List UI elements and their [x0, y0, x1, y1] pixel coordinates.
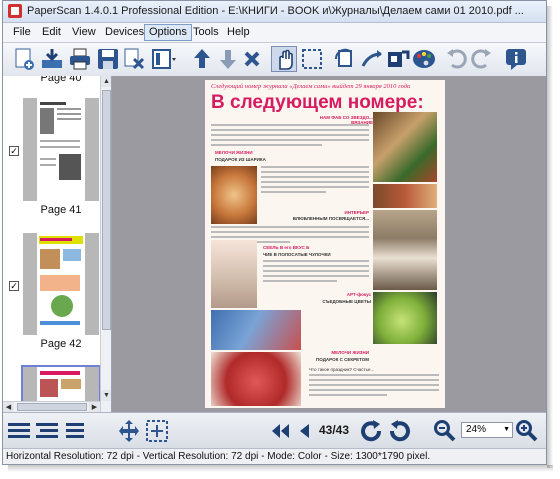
main-toolbar	[3, 43, 546, 77]
previous-page-icon[interactable]	[297, 422, 311, 440]
menu-view[interactable]: View	[68, 25, 100, 40]
import-icon[interactable]	[39, 46, 65, 72]
fit-width-icon[interactable]	[145, 419, 169, 443]
list-view-large-icon[interactable]	[7, 420, 31, 442]
zoom-in-icon[interactable]	[515, 419, 539, 443]
zoom-out-icon[interactable]	[433, 419, 457, 443]
photo-hands-flower	[211, 310, 301, 350]
section-text-4	[263, 260, 369, 282]
vertical-scroll-thumb[interactable]	[102, 90, 111, 330]
menu-help[interactable]: Help	[223, 25, 254, 40]
page-42-preview	[37, 233, 85, 335]
thumbnail-panel[interactable]: Page 40 ✓ Page 41 ✓ Page 42 ◀ ▶ ▲ ▼	[3, 76, 112, 412]
menu-options[interactable]: Options	[144, 24, 192, 41]
document-page: Следующий номер журнала «Делаем сами» вы…	[205, 80, 445, 408]
delete-icon[interactable]	[239, 46, 265, 72]
move-up-icon[interactable]	[189, 46, 215, 72]
crop-icon[interactable]	[385, 46, 411, 72]
page-thumbnail-42[interactable]	[23, 233, 99, 335]
page-headline: В следующем номере:	[211, 92, 424, 113]
selection-tool-icon[interactable]	[299, 46, 325, 72]
rotate-left-icon[interactable]	[358, 419, 384, 443]
scroll-right-icon[interactable]: ▶	[89, 402, 100, 412]
page-label-41: Page 41	[40, 204, 82, 216]
rotate-right-icon[interactable]	[387, 419, 413, 443]
color-palette-icon[interactable]	[411, 46, 437, 72]
menu-edit[interactable]: Edit	[38, 25, 65, 40]
section-title-5: СЪЕДОБНЫЕ ЦВЕТЫ	[322, 299, 371, 304]
section-title-4: ЧИЕ В ПОЛОСАТЫЕ ЧУЛОЧКИ	[263, 252, 331, 257]
photo-paris-interior	[373, 210, 437, 290]
window-title: PaperScan 1.4.0.1 Professional Edition -…	[27, 5, 524, 17]
photo-edible-flower	[373, 292, 437, 344]
scroll-left-icon[interactable]: ◀	[3, 402, 14, 412]
page-counter: 43/43	[319, 423, 350, 437]
scroll-up-icon[interactable]: ▲	[101, 76, 111, 87]
section-title-2: ПОДАРОК ИЗ ШАРИКА	[215, 157, 266, 162]
save-icon[interactable]	[95, 46, 121, 72]
scroll-down-icon[interactable]: ▼	[101, 390, 111, 401]
page-43-preview	[37, 367, 85, 401]
move-down-icon[interactable]	[215, 46, 241, 72]
thumbnail-vertical-scrollbar[interactable]: ▲ ▼	[100, 76, 111, 412]
section-title-6: ПОДАРОК С СЕКРЕТОМ	[316, 357, 369, 362]
new-scan-icon[interactable]	[11, 46, 37, 72]
page-label-42: Page 42	[40, 338, 82, 350]
hand-tool-icon[interactable]	[271, 46, 297, 72]
title-bar[interactable]: PaperScan 1.4.0.1 Professional Edition -…	[3, 1, 546, 23]
section-text-2	[261, 166, 369, 193]
photo-fruit	[373, 184, 437, 208]
page-thumbnail-43[interactable]	[21, 365, 101, 403]
menu-tools[interactable]: Tools	[189, 25, 223, 40]
page-label-40: Page 40	[40, 76, 82, 84]
zoom-dropdown[interactable]: 24% ▼	[461, 422, 513, 438]
section-text-6	[309, 374, 439, 396]
page-thumbnail-41[interactable]	[23, 98, 99, 201]
page-41-checkbox[interactable]: ✓	[9, 146, 19, 156]
status-bar: Horizontal Resolution: 72 dpi - Vertical…	[3, 448, 546, 464]
document-viewer[interactable]: Следующий номер журнала «Делаем сами» вы…	[112, 76, 546, 412]
print-icon[interactable]	[67, 46, 93, 72]
section-tag-6: МЕЛОЧИ ЖИЗНИ	[331, 350, 369, 355]
photo-knitting-man	[373, 112, 437, 182]
section-title-3: ВЛЮБЛЕННЫМ ПОСВЯЩАЕТСЯ...	[292, 216, 369, 221]
section-quote: Что такое праздник? Счастье...	[309, 367, 375, 372]
redo-icon[interactable]	[469, 46, 495, 72]
chevron-down-icon: ▼	[503, 426, 510, 433]
page-42-checkbox[interactable]: ✓	[9, 281, 19, 291]
page-header-script: Следующий номер журнала «Делаем сами» вы…	[211, 83, 411, 90]
menu-devices[interactable]: Devices	[101, 25, 148, 40]
undo-icon[interactable]	[443, 46, 469, 72]
section-text-1	[211, 124, 369, 146]
section-tag-3: ИНТЕРЬЕР	[344, 210, 369, 215]
fit-page-icon[interactable]	[117, 419, 141, 443]
photo-balloon-sun	[211, 166, 257, 224]
window-shadow-right	[547, 6, 553, 468]
horizontal-scroll-thumb[interactable]	[17, 403, 87, 411]
section-tag-5: АРТ-фокус	[346, 292, 371, 297]
app-window: PaperScan 1.4.0.1 Professional Edition -…	[2, 0, 547, 465]
list-view-medium-icon[interactable]	[35, 420, 59, 442]
menu-bar: File Edit View Devices Options Tools Hel…	[3, 23, 546, 43]
page-41-preview	[37, 98, 85, 201]
rotate-icon[interactable]	[333, 46, 359, 72]
photo-doll	[211, 240, 257, 308]
info-icon[interactable]	[503, 46, 529, 72]
section-tag-4: СЕЕЛЬ В его ВКУС Б	[263, 245, 310, 250]
photo-ribbon-gift	[211, 352, 301, 406]
app-logo-icon	[8, 4, 22, 18]
delete-pages-icon[interactable]	[121, 46, 147, 72]
thumbnail-horizontal-scrollbar[interactable]: ◀ ▶	[3, 401, 100, 412]
first-page-icon[interactable]	[269, 422, 291, 440]
menu-file[interactable]: File	[9, 25, 35, 40]
section-tag-2: МЕЛОЧИ ЖИЗНИ	[215, 150, 253, 155]
list-view-small-icon[interactable]	[63, 420, 87, 442]
zoom-value: 24%	[466, 424, 487, 435]
flip-icon[interactable]	[359, 46, 385, 72]
view-mode-icon[interactable]	[151, 46, 177, 72]
window-shadow-bottom	[8, 465, 553, 472]
navigation-bar: 43/43 24% ▼	[3, 412, 546, 448]
